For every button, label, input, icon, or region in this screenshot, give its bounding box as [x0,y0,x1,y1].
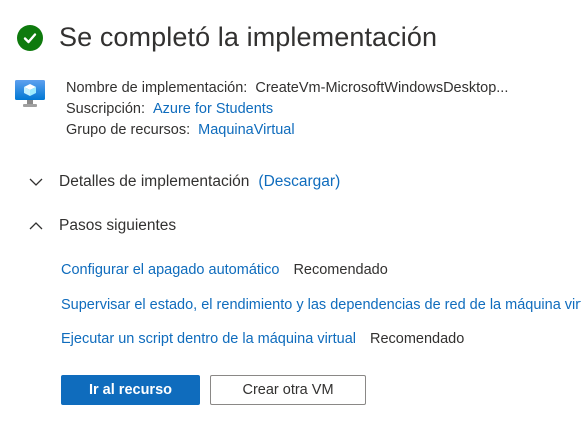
recommended-badge: Recomendado [293,262,388,278]
deployment-details-section[interactable]: Detalles de implementación (Descargar) [28,173,340,191]
auto-shutdown-link[interactable]: Configurar el apagado automático [61,262,279,278]
next-steps-title: Pasos siguientes [59,217,177,234]
resource-group-label: Grupo de recursos: [66,122,191,138]
deployment-name-label: Nombre de implementación: [66,80,248,96]
list-item: Ejecutar un script dentro de la máquina … [61,331,581,366]
list-item: Configurar el apagado automático Recomend… [61,262,581,297]
subscription-label: Suscripción: [66,101,145,117]
subscription-link[interactable]: Azure for Students [153,101,273,117]
chevron-up-icon [29,222,43,230]
deployment-name-row: Nombre de implementación: CreateVm-Micros… [66,78,508,99]
list-item: Supervisar el estado, el rendimiento y l… [61,297,581,332]
create-another-vm-button[interactable]: Crear otra VM [210,375,366,405]
next-steps-list: Configurar el apagado automático Recomend… [61,262,581,366]
page-title: Se completó la implementación [59,22,438,52]
resource-group-link[interactable]: MaquinaVirtual [198,122,294,138]
deployment-details-title: Detalles de implementación [59,173,250,190]
deployment-complete-page: Se completó la implementación Nombre de … [0,0,581,422]
subscription-row: Suscripción: Azure for Students [66,99,508,120]
chevron-down-icon [29,178,43,186]
deployment-details: Nombre de implementación: CreateVm-Micros… [66,78,508,141]
success-check-icon [17,24,43,51]
go-to-resource-button[interactable]: Ir al recurso [61,375,200,405]
recommended-badge: Recomendado [370,331,465,347]
resource-group-row: Grupo de recursos: MaquinaVirtual [66,120,508,141]
deployment-name-value: CreateVm-MicrosoftWindowsDesktop... [255,80,509,96]
page-header: Se completó la implementación [17,22,437,53]
download-link[interactable]: (Descargar) [258,173,340,191]
next-steps-section[interactable]: Pasos siguientes [28,217,176,235]
virtual-machine-icon [15,80,45,107]
run-script-link[interactable]: Ejecutar un script dentro de la máquina … [61,331,356,347]
monitor-health-link[interactable]: Supervisar el estado, el rendimiento y l… [61,297,581,313]
